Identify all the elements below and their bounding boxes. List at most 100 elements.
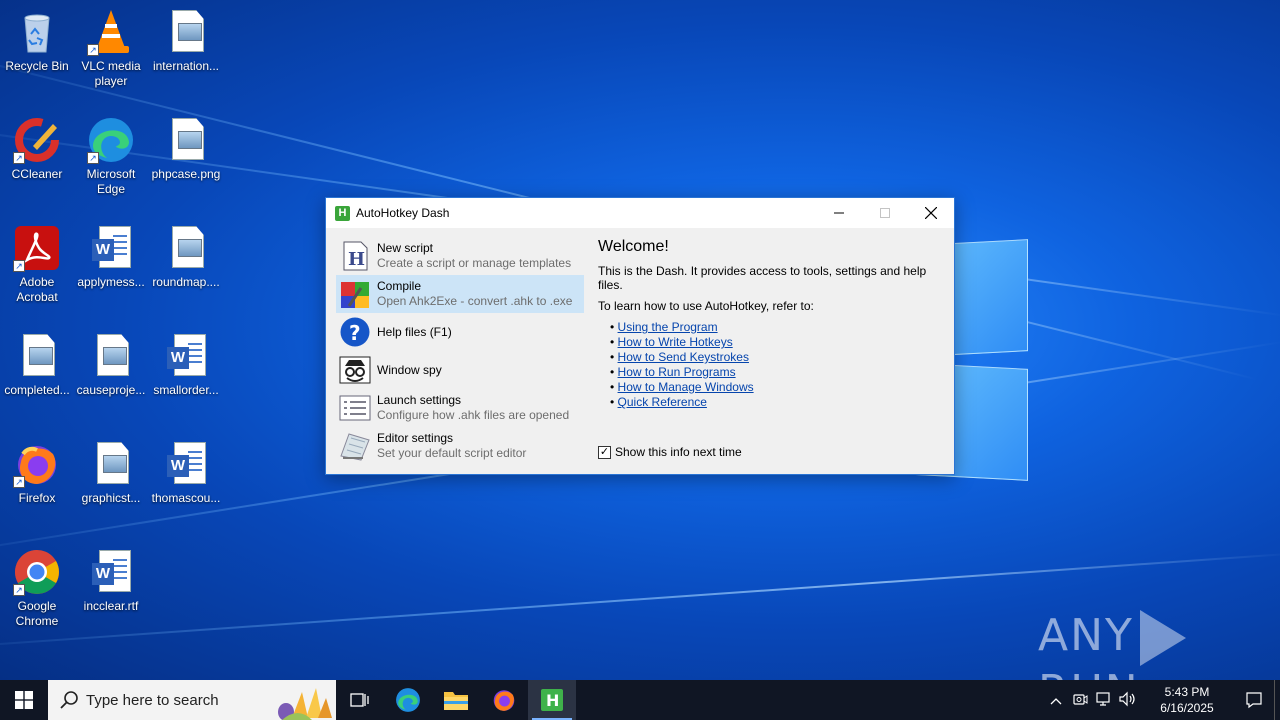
desktop-icon-label: graphicst... — [81, 491, 141, 505]
close-button[interactable] — [908, 198, 954, 228]
taskbar: H 5:43 PM 6/16/2025 — [0, 680, 1280, 720]
clock-time: 5:43 PM — [1164, 685, 1210, 699]
desktop-icon-causeproje[interactable]: causeproje... — [74, 332, 148, 398]
help-icon: ? — [339, 316, 371, 348]
vlc-icon: ↗ — [87, 8, 135, 56]
close-icon — [925, 207, 937, 219]
desktop-icon-microsoft-edge[interactable]: ↗ Microsoft Edge — [74, 116, 148, 197]
link-write-hotkeys[interactable]: How to Write Hotkeys — [618, 335, 733, 349]
desktop-icon-vlc[interactable]: ↗ VLC media player — [74, 8, 148, 89]
desktop-icon-ccleaner[interactable]: ↗ CCleaner — [0, 116, 74, 182]
menu-editor-settings[interactable]: Editor settings Set your default script … — [336, 427, 584, 465]
menu-new-script[interactable]: H New script Create a script or manage t… — [336, 237, 584, 275]
desktop-icon-google-chrome[interactable]: ↗ Google Chrome — [0, 548, 74, 629]
desktop-icon-graphicst[interactable]: graphicst... — [74, 440, 148, 506]
image-file-icon — [162, 8, 210, 56]
folder-icon — [444, 692, 468, 710]
image-file-icon — [162, 224, 210, 272]
link-run-programs[interactable]: How to Run Programs — [618, 365, 736, 379]
anyrun-watermark: ANYRUN — [1038, 610, 1280, 680]
chrome-icon: ↗ — [13, 548, 61, 596]
autohotkey-icon: H — [541, 689, 563, 711]
desktop-icon-label: thomascou... — [151, 491, 221, 505]
desktop-icon-thomascou[interactable]: W thomascou... — [149, 440, 223, 506]
notification-center-button[interactable] — [1234, 680, 1274, 720]
list-item: • How to Run Programs — [610, 365, 736, 379]
firefox-icon: ↗ — [13, 440, 61, 488]
menu-item-title: New script — [377, 241, 434, 255]
taskbar-file-explorer[interactable] — [432, 680, 480, 720]
menu-window-spy[interactable]: Window spy — [336, 351, 584, 389]
network-icon[interactable] — [1092, 691, 1116, 710]
desktop-icon-incclear[interactable]: W incclear.rtf — [74, 548, 148, 614]
word-document-icon: W — [162, 440, 210, 488]
help-links: • Using the Program • How to Write Hotke… — [610, 320, 948, 410]
desktop-icon-firefox[interactable]: ↗ Firefox — [0, 440, 74, 506]
svg-text:H: H — [546, 691, 559, 710]
desktop-icon-adobe-acrobat[interactable]: ↗ Adobe Acrobat — [0, 224, 74, 305]
link-using-the-program[interactable]: Using the Program — [618, 320, 718, 334]
intro-text: This is the Dash. It provides access to … — [598, 264, 927, 292]
link-send-keystrokes[interactable]: How to Send Keystrokes — [618, 350, 749, 364]
taskbar-firefox[interactable] — [480, 680, 528, 720]
menu-item-subtitle: Open Ahk2Exe - convert .ahk to .exe — [377, 294, 573, 308]
menu-help-files[interactable]: ? Help files (F1) — [336, 313, 584, 351]
link-manage-windows[interactable]: How to Manage Windows — [618, 380, 754, 394]
taskbar-edge[interactable] — [384, 680, 432, 720]
word-document-icon: W — [87, 224, 135, 272]
launch-settings-icon — [339, 392, 371, 424]
windows-start-icon — [15, 691, 33, 709]
image-file-icon — [162, 116, 210, 164]
system-tray: 5:43 PM 6/16/2025 — [1044, 680, 1280, 720]
desktop-icon-completed[interactable]: completed... — [0, 332, 74, 398]
word-document-icon: W — [87, 548, 135, 596]
desktop-icon-recycle-bin[interactable]: Recycle Bin — [0, 8, 74, 74]
taskbar-search[interactable] — [48, 680, 336, 720]
desktop-icon-label: roundmap.... — [152, 275, 220, 289]
task-view-button[interactable] — [336, 680, 384, 720]
minimize-button[interactable] — [816, 198, 862, 228]
show-info-option[interactable]: ✓ Show this info next time — [598, 445, 742, 459]
image-file-icon — [87, 332, 135, 380]
list-item: • How to Manage Windows — [610, 380, 754, 394]
taskbar-clock[interactable]: 5:43 PM 6/16/2025 — [1148, 684, 1226, 716]
volume-icon[interactable] — [1116, 691, 1140, 710]
clock-date: 6/16/2025 — [1160, 701, 1214, 715]
welcome-heading: Welcome! — [598, 238, 669, 255]
desktop-icon-smallorder[interactable]: W smallorder... — [149, 332, 223, 398]
maximize-button — [862, 198, 908, 228]
edge-icon — [396, 688, 420, 712]
desktop-icon-applymess[interactable]: W applymess... — [74, 224, 148, 290]
compile-icon — [339, 278, 371, 310]
new-script-icon: H — [339, 240, 371, 272]
meet-now-icon[interactable] — [1068, 691, 1092, 710]
chevron-up-icon[interactable] — [1044, 693, 1068, 708]
menu-compile[interactable]: Compile Open Ahk2Exe - convert .ahk to .… — [336, 275, 584, 313]
desktop-icon-label: Microsoft Edge — [86, 167, 136, 196]
list-item: • How to Write Hotkeys — [610, 335, 733, 349]
taskbar-autohotkey[interactable]: H — [528, 680, 576, 720]
list-item: • How to Send Keystrokes — [610, 350, 749, 364]
search-icon — [60, 690, 80, 710]
search-input[interactable] — [86, 691, 266, 709]
editor-settings-icon — [339, 430, 371, 462]
show-desktop-button[interactable] — [1274, 680, 1280, 720]
link-quick-reference[interactable]: Quick Reference — [618, 395, 707, 409]
show-info-checkbox[interactable]: ✓ — [598, 445, 611, 459]
window-spy-icon — [339, 354, 371, 386]
minimize-icon — [834, 212, 844, 214]
image-file-icon — [87, 440, 135, 488]
desktop-icon-phpcase[interactable]: phpcase.png — [149, 116, 223, 182]
autohotkey-dash-window: H AutoHotkey Dash H New script Create a … — [325, 197, 955, 475]
desktop-icon-internation[interactable]: internation... — [149, 8, 223, 74]
menu-launch-settings[interactable]: Launch settings Configure how .ahk files… — [336, 389, 584, 427]
menu-item-subtitle: Set your default script editor — [377, 446, 527, 460]
start-button[interactable] — [0, 680, 48, 720]
title-bar[interactable]: H AutoHotkey Dash — [326, 198, 954, 228]
desktop-icon-label: Recycle Bin — [5, 59, 69, 73]
desktop-icon-label: causeproje... — [76, 383, 146, 397]
firefox-icon — [493, 690, 515, 711]
desktop-icon-roundmap[interactable]: roundmap.... — [149, 224, 223, 290]
menu-item-title: Editor settings — [377, 431, 454, 445]
desktop-icon-label: Google Chrome — [15, 599, 59, 628]
